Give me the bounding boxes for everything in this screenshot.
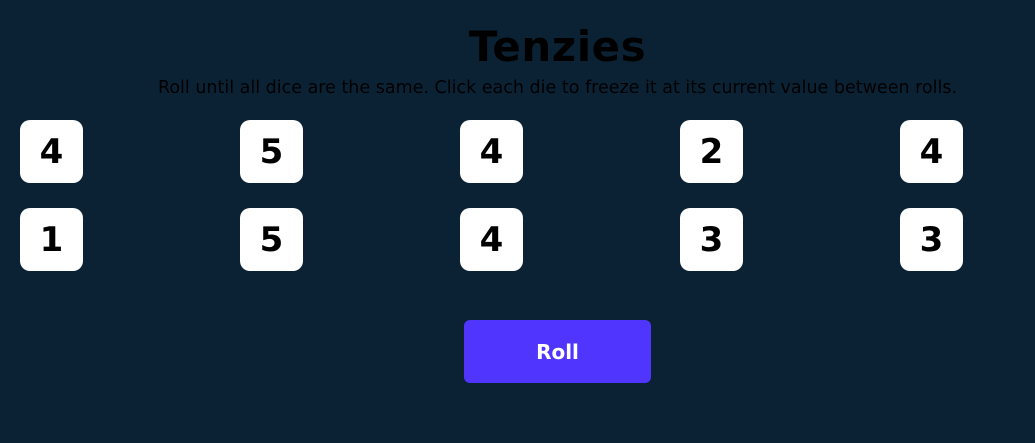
roll-button[interactable]: Roll [464,320,651,383]
die-8[interactable]: 4 [460,208,523,271]
die-4[interactable]: 2 [680,120,743,183]
die-1[interactable]: 4 [20,120,83,183]
die-9[interactable]: 3 [680,208,743,271]
die-5[interactable]: 4 [900,120,963,183]
die-6[interactable]: 1 [20,208,83,271]
die-10[interactable]: 3 [900,208,963,271]
die-3[interactable]: 4 [460,120,523,183]
game-title: Tenzies [468,22,647,71]
die-2[interactable]: 5 [240,120,303,183]
dice-grid: 4 5 4 2 4 1 5 4 3 3 [20,120,964,271]
die-7[interactable]: 5 [240,208,303,271]
game-instructions: Roll until all dice are the same. Click … [157,78,958,98]
